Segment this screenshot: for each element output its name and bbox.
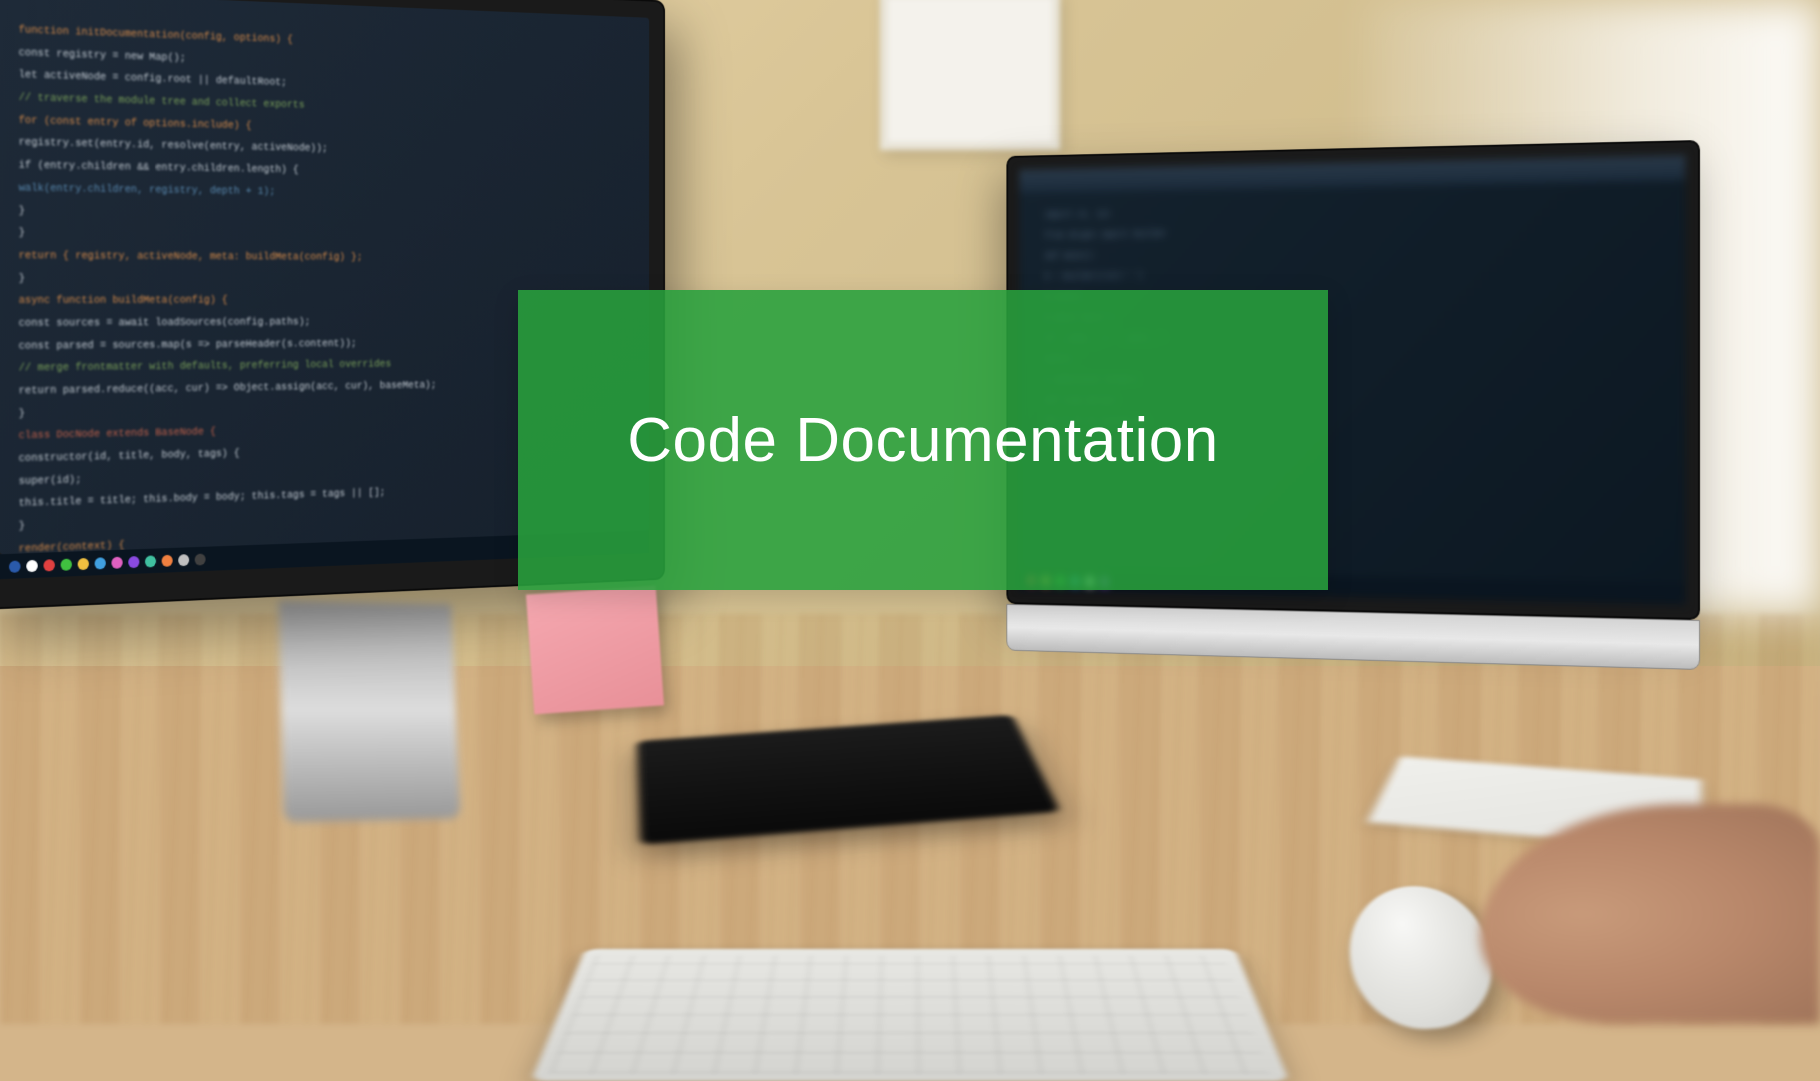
taskbar-dot-icon: [78, 557, 89, 569]
code-line: }: [19, 202, 633, 227]
code-line: }: [19, 225, 633, 248]
wall-framed-document: [880, 0, 1060, 150]
title-text: Code Documentation: [627, 405, 1218, 476]
taskbar-dot-icon: [43, 559, 54, 571]
taskbar-dot-icon: [111, 556, 122, 568]
taskbar-dot-icon: [178, 554, 189, 566]
taskbar-dot-icon: [128, 556, 139, 568]
code-line: b = Builder(root='.'): [1045, 262, 1656, 286]
sticky-note: [526, 586, 664, 715]
title-overlay: Code Documentation: [518, 290, 1328, 590]
code-line: return { registry, activeNode, meta: bui…: [19, 247, 633, 268]
code-line: }: [19, 270, 633, 289]
taskbar-dot-icon: [9, 560, 21, 572]
taskbar-dot-icon: [195, 553, 206, 565]
taskbar-dot-icon: [145, 555, 156, 567]
code-line: def main():: [1045, 240, 1656, 265]
taskbar-dot-icon: [95, 557, 106, 569]
taskbar-dot-icon: [162, 554, 173, 566]
taskbar-dot-icon: [61, 558, 72, 570]
left-monitor-stand: [278, 600, 460, 822]
taskbar-dot-icon: [26, 559, 37, 571]
white-keyboard: [531, 949, 1290, 1081]
